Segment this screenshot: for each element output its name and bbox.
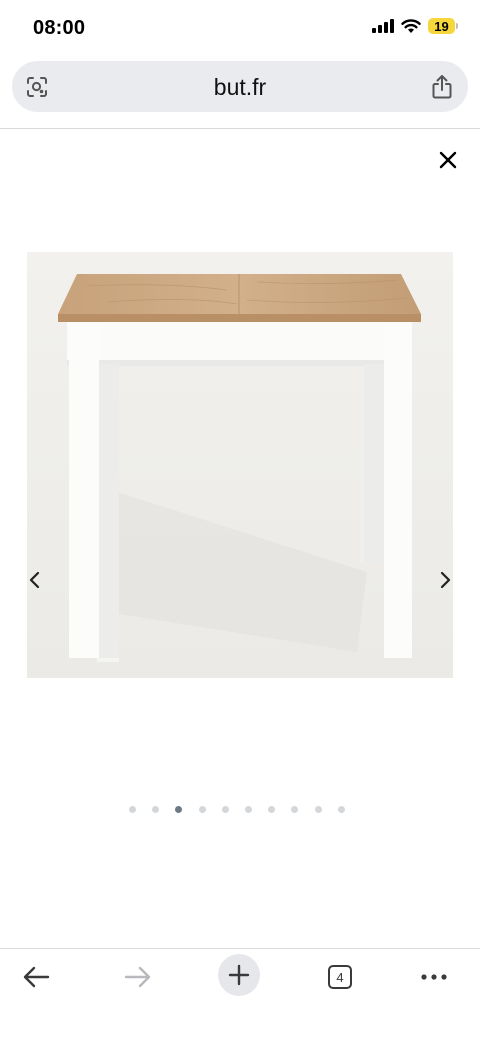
more-button[interactable] <box>412 955 456 999</box>
header-divider <box>0 128 480 129</box>
plus-icon <box>228 964 250 986</box>
new-tab-button[interactable] <box>218 954 260 996</box>
pagination-dot[interactable] <box>152 806 160 813</box>
browser-toolbar: 4 <box>0 948 480 1040</box>
tab-count: 4 <box>328 965 352 989</box>
pagination-dot[interactable] <box>337 806 345 813</box>
close-icon[interactable] <box>435 147 461 173</box>
forward-arrow-icon <box>124 966 151 988</box>
battery-level: 19 <box>434 18 449 34</box>
address-bar[interactable]: but.fr <box>12 61 468 112</box>
pagination-dot[interactable] <box>175 806 183 813</box>
table-illustration <box>27 252 453 678</box>
next-image-arrow-icon[interactable] <box>435 566 455 594</box>
url-text[interactable]: but.fr <box>12 74 468 101</box>
pagination-dot[interactable] <box>198 806 206 813</box>
battery-icon: 19 <box>428 18 458 34</box>
status-icons: 19 <box>372 18 458 34</box>
status-time: 08:00 <box>33 17 86 39</box>
pagination-dot[interactable] <box>221 806 229 813</box>
status-bar: 08:00 19 <box>0 0 480 56</box>
wifi-icon <box>401 18 421 33</box>
more-dots-icon <box>421 974 447 980</box>
pagination-dot[interactable] <box>268 806 276 813</box>
share-icon[interactable] <box>430 74 454 100</box>
back-arrow-icon <box>23 966 50 988</box>
pagination-dot[interactable] <box>291 806 299 813</box>
cellular-signal-icon <box>372 19 394 33</box>
pagination-dot[interactable] <box>129 806 136 813</box>
pagination-dot[interactable] <box>245 806 252 813</box>
product-image <box>27 252 453 678</box>
gallery-pagination <box>0 806 480 816</box>
pagination-dot[interactable] <box>314 806 322 813</box>
previous-image-arrow-icon[interactable] <box>25 566 45 594</box>
forward-button[interactable] <box>116 955 160 999</box>
tabs-button[interactable]: 4 <box>318 955 362 999</box>
back-button[interactable] <box>14 955 58 999</box>
